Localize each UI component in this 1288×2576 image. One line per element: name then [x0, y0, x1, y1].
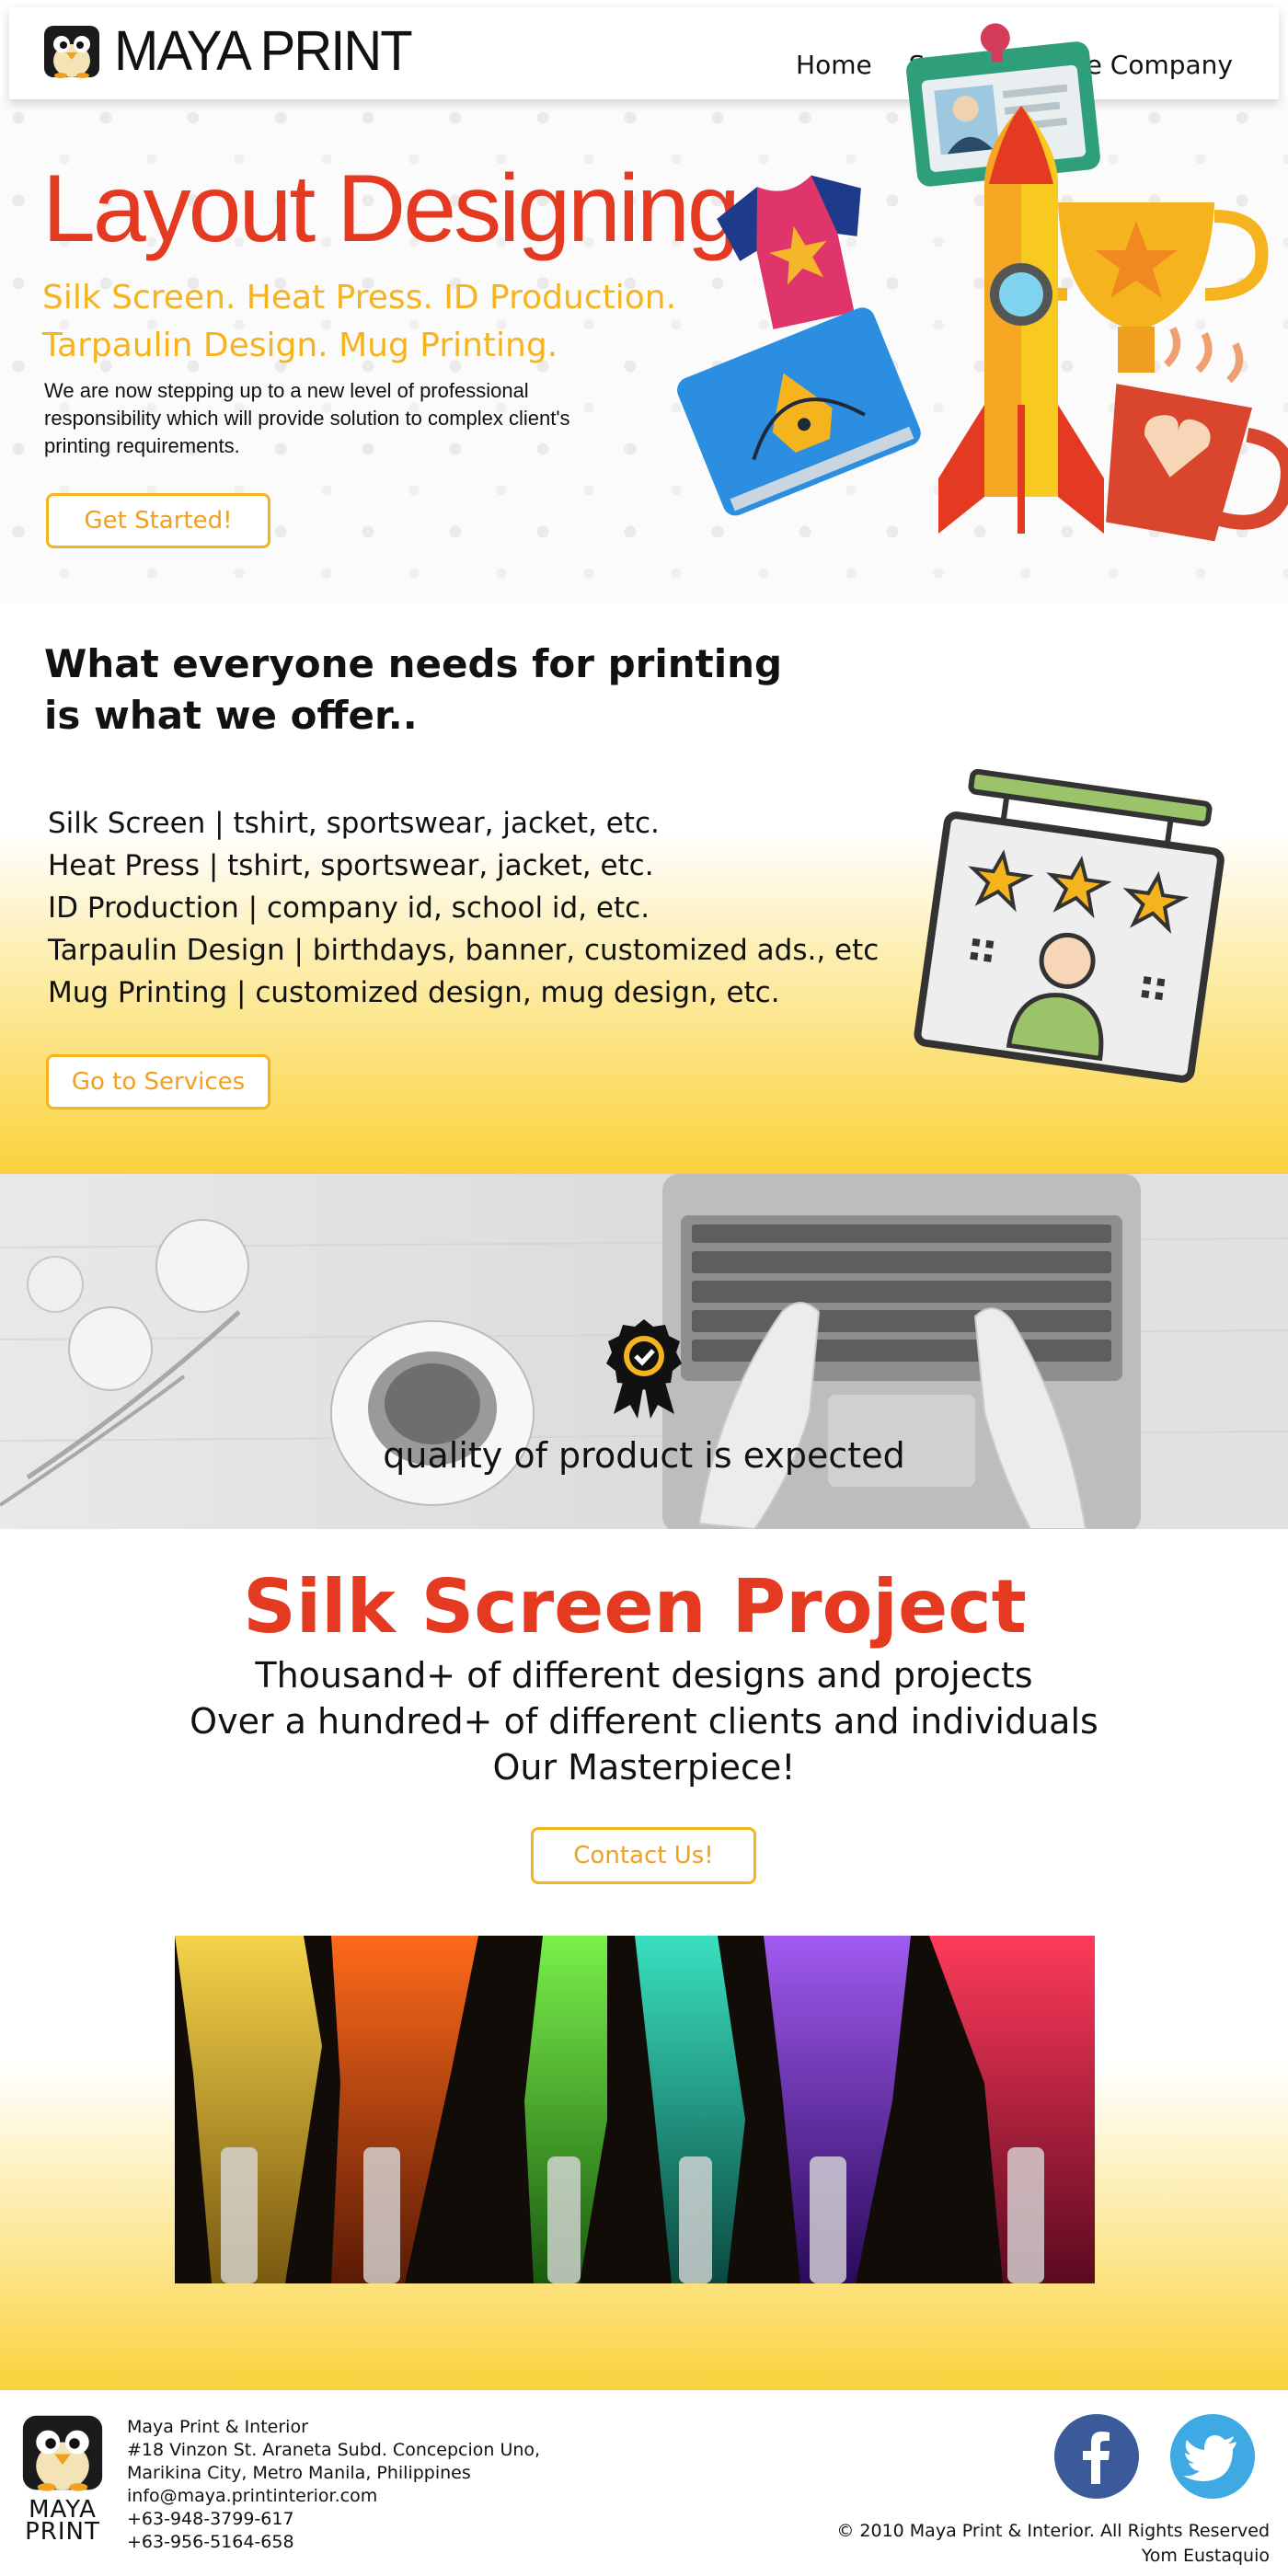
services-list: Silk Screen | tshirt, sportswear, jacket…	[48, 802, 879, 1014]
quality-tagline: quality of product is expected	[383, 1435, 905, 1476]
copyright-text: © 2010 Maya Print & Interior. All Rights…	[836, 2521, 1270, 2541]
contact-us-button[interactable]: Contact Us!	[531, 1827, 756, 1884]
footer-email[interactable]: info@maya.printinterior.com	[127, 2485, 540, 2508]
hero-subtitle: Silk Screen. Heat Press. ID Production. …	[42, 274, 676, 370]
service-item-mug-printing: Mug Printing | customized design, mug de…	[48, 976, 780, 1009]
twitter-button[interactable]	[1170, 2414, 1255, 2499]
project-line-clients: Over a hundred+ of different clients and…	[190, 1701, 1098, 1742]
facebook-button[interactable]	[1054, 2414, 1139, 2499]
silk-screen-project-section: Silk Screen Project Thousand+ of differe…	[0, 1529, 1288, 2390]
site-footer: MAYA PRINT Maya Print & Interior #18 Vin…	[0, 2390, 1288, 2576]
penguin-logo-icon	[44, 25, 99, 78]
author-credit: Yom Eustaquio	[1141, 2546, 1270, 2566]
go-to-services-button[interactable]: Go to Services	[46, 1054, 270, 1110]
footer-address-1: #18 Vinzon St. Araneta Subd. Concepcion …	[127, 2440, 541, 2460]
footer-company: Maya Print & Interior	[127, 2417, 308, 2437]
quality-badge-icon	[606, 1319, 682, 1419]
hero-illustration	[677, 23, 1288, 542]
service-item-tarpaulin-design: Tarpaulin Design | birthdays, banner, cu…	[48, 934, 880, 967]
footer-logo[interactable]: MAYA PRINT	[18, 2410, 107, 2546]
footer-copyright: © 2010 Maya Print & Interior. All Rights…	[836, 2519, 1270, 2569]
brand-name: MAYA PRINT	[114, 19, 413, 83]
footer-contact-info: Maya Print & Interior #18 Vinzon St. Ara…	[127, 2416, 540, 2554]
quality-banner: quality of product is expected	[0, 1174, 1288, 1529]
hero-description: We are now stepping up to a new level of…	[44, 379, 570, 457]
project-line-masterpiece: Our Masterpiece!	[492, 1747, 796, 1788]
footer-address-2: Marikina City, Metro Manila, Philippines	[127, 2463, 471, 2483]
tablet-pen-tool-icon	[677, 307, 921, 516]
silk-screen-squeegee-photo	[175, 1936, 1095, 2283]
project-description: Thousand+ of different designs and proje…	[0, 1652, 1288, 1790]
penguin-logo-icon	[22, 2415, 103, 2491]
project-title: Silk Screen Project	[243, 1564, 1027, 1650]
hero-subtitle-line-1: Silk Screen. Heat Press. ID Production.	[42, 279, 677, 316]
brand-logo[interactable]: MAYA PRINT	[42, 19, 413, 83]
service-item-silk-screen: Silk Screen | tshirt, sportswear, jacket…	[48, 807, 660, 840]
footer-phone-1[interactable]: +63-948-3799-617	[127, 2508, 540, 2531]
project-line-designs: Thousand+ of different designs and proje…	[255, 1655, 1033, 1696]
footer-phone-2[interactable]: +63-956-5164-658	[127, 2531, 540, 2554]
service-item-id-production: ID Production | company id, school id, e…	[48, 891, 650, 925]
twitter-icon	[1183, 2435, 1236, 2481]
service-item-heat-press: Heat Press | tshirt, sportswear, jacket,…	[48, 849, 654, 882]
facebook-icon	[1083, 2432, 1110, 2484]
services-section: What everyone needs for printing is what…	[0, 604, 1288, 1174]
hero-subtitle-line-2: Tarpaulin Design. Mug Printing.	[42, 327, 558, 364]
services-heading: What everyone needs for printing is what…	[44, 641, 783, 738]
footer-logo-line-2: PRINT	[25, 2518, 100, 2546]
rating-sign-icon	[914, 768, 1225, 1083]
get-started-button[interactable]: Get Started!	[46, 493, 270, 548]
hero-title: Layout Designing	[42, 155, 741, 262]
